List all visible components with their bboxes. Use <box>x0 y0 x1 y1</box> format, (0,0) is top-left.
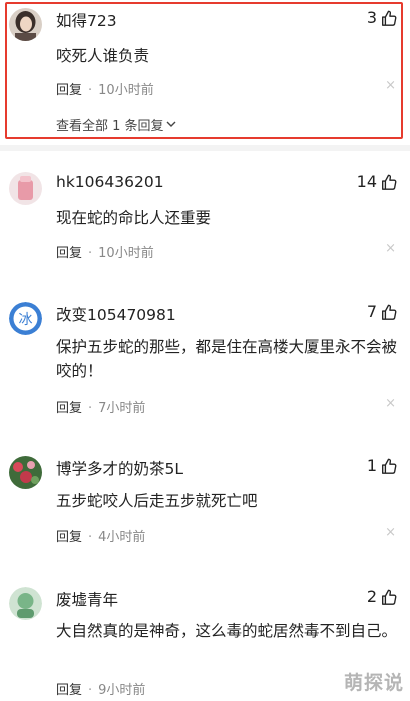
thumbs-up-icon <box>380 457 398 475</box>
like-button[interactable]: 14 <box>357 172 398 191</box>
view-all-replies-link[interactable]: 查看全部 1 条回复 <box>56 115 176 134</box>
like-button[interactable]: 7 <box>367 302 398 321</box>
comment-text: 五步蛇咬人后走五步就死亡吧 <box>56 492 258 510</box>
comment-text: 咬死人谁负责 <box>56 47 150 65</box>
thumbs-up-icon <box>380 303 398 321</box>
comment-meta: 回复 · 4小时前 <box>56 526 145 545</box>
separator-dot: · <box>88 246 93 261</box>
close-icon[interactable]: × <box>385 78 396 93</box>
avatar-text: 冰 <box>19 312 33 328</box>
username[interactable]: 废墟青年 <box>56 588 118 610</box>
username[interactable]: 如得723 <box>56 9 117 31</box>
like-count: 2 <box>366 587 377 606</box>
like-count: 14 <box>356 172 377 191</box>
close-icon[interactable]: × <box>385 525 396 540</box>
comment-text: 保护五步蛇的那些，都是住在高楼大厦里永不会被咬的！ <box>56 338 398 380</box>
like-button[interactable]: 3 <box>367 8 398 27</box>
like-count: 1 <box>366 456 377 475</box>
chevron-down-icon <box>166 117 176 132</box>
comment-text: 现在蛇的命比人还重要 <box>56 209 212 227</box>
like-count: 3 <box>366 8 377 27</box>
avatar[interactable] <box>9 172 42 205</box>
reply-button[interactable]: 回复 <box>56 530 82 545</box>
separator-dot: · <box>88 683 93 698</box>
comment-meta: 回复 · 10小时前 <box>56 242 154 261</box>
username[interactable]: 改变105470981 <box>56 303 176 325</box>
watermark: 萌探说 <box>343 672 404 694</box>
timestamp: 10小时前 <box>98 246 154 261</box>
separator-dot: · <box>88 530 93 545</box>
like-button[interactable]: 2 <box>367 587 398 606</box>
timestamp: 10小时前 <box>98 83 154 98</box>
like-button[interactable]: 1 <box>367 456 398 475</box>
avatar[interactable] <box>9 587 42 620</box>
avatar[interactable] <box>9 456 42 489</box>
reply-button[interactable]: 回复 <box>56 401 82 416</box>
avatar-girl-icon <box>9 8 42 41</box>
separator-dot: · <box>88 401 93 416</box>
thumbs-up-icon <box>380 588 398 606</box>
comment-item: hk106436201 14 现在蛇的命比人还重要 回复 · 10小时前 × <box>0 172 410 272</box>
close-icon[interactable]: × <box>385 241 396 256</box>
reply-button[interactable]: 回复 <box>56 683 82 698</box>
thumbs-up-icon <box>380 173 398 191</box>
comment-meta: 回复 · 7小时前 <box>56 397 145 416</box>
comment-item: 博学多才的奶茶5L 1 五步蛇咬人后走五步就死亡吧 回复 · 4小时前 × <box>0 456 410 556</box>
timestamp: 4小时前 <box>98 530 146 545</box>
divider <box>0 145 410 151</box>
comment-meta: 回复 · 10小时前 <box>56 79 154 98</box>
reply-button[interactable]: 回复 <box>56 83 82 98</box>
timestamp: 7小时前 <box>98 401 146 416</box>
separator-dot: · <box>88 83 93 98</box>
view-all-label: 查看全部 1 条回复 <box>56 119 164 134</box>
thumbs-up-icon <box>380 9 398 27</box>
avatar[interactable] <box>9 8 42 41</box>
username[interactable]: hk106436201 <box>56 173 164 191</box>
username[interactable]: 博学多才的奶茶5L <box>56 457 183 479</box>
comment-item: 如得723 3 咬死人谁负责 回复 · 10小时前 × 查看全部 1 条回复 <box>0 8 410 138</box>
avatar-pink-icon <box>9 172 42 205</box>
comment-text: 大自然真的是神奇，这么毒的蛇居然毒不到自己。 <box>56 622 398 640</box>
comment-meta: 回复 · 9小时前 <box>56 679 145 698</box>
timestamp: 9小时前 <box>98 683 146 698</box>
close-icon[interactable]: × <box>385 396 396 411</box>
reply-button[interactable]: 回复 <box>56 246 82 261</box>
avatar-flowers-icon <box>9 456 42 489</box>
comment-item: 冰 改变105470981 7 保护五步蛇的那些，都是住在高楼大厦里永不会被咬的… <box>0 302 410 422</box>
like-count: 7 <box>366 302 377 321</box>
avatar-green-icon <box>9 587 42 620</box>
avatar[interactable]: 冰 <box>9 302 42 335</box>
avatar-blue-ice-icon: 冰 <box>9 302 42 335</box>
